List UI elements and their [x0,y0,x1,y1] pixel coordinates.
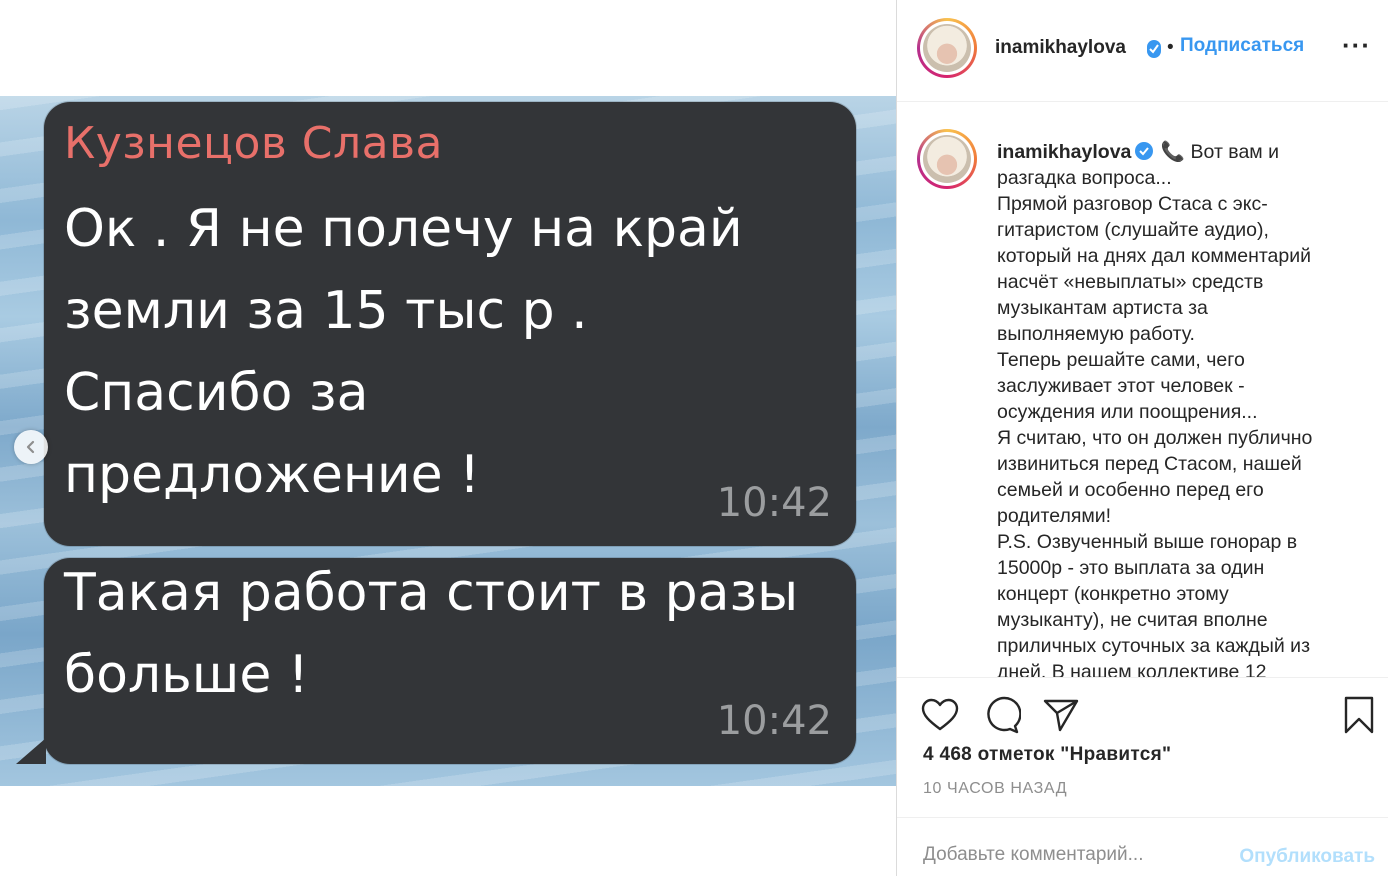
share-icon[interactable] [1043,698,1079,737]
more-options-icon[interactable]: ··· [1342,30,1371,61]
post-timestamp[interactable]: 10 ЧАСОВ НАЗАД [923,780,1067,798]
post-sidebar: inamikhaylova • Подписаться ··· inamikha… [896,0,1388,876]
chat-bubble: Такая работа стоит в разы больше ! 10:42 [16,558,856,764]
action-bar: 4 468 отметок "Нравится" 10 ЧАСОВ НАЗАД [897,677,1388,817]
publish-button[interactable]: Опубликовать [1239,846,1375,868]
chat-bubble: Кузнецов Слава Ок . Я не полечу на край … [44,102,856,546]
verified-icon [1135,141,1154,160]
carousel-prev-button[interactable] [14,430,48,464]
chat-message-time: 10:42 [716,698,832,744]
caption-text: Вот вам и разгадка вопроса... Прямой раз… [997,141,1313,677]
post-media: Кузнецов Слава Ок . Я не полечу на край … [0,0,896,876]
chat-sender-name: Кузнецов Слава [64,118,444,169]
comment-bar: Опубликовать [897,817,1388,876]
post-caption: inamikhaylova 📞 Вот вам и разгадка вопро… [997,139,1377,677]
header-username[interactable]: inamikhaylova [995,37,1126,59]
header-separator: • [1167,37,1174,58]
avatar[interactable] [917,18,977,78]
phone-emoji-icon: 📞 [1160,141,1186,163]
chevron-left-icon [26,440,35,454]
caption-area: inamikhaylova 📞 Вот вам и разгадка вопро… [897,103,1388,677]
heart-icon[interactable] [921,698,959,737]
verified-icon [1147,40,1161,58]
follow-button[interactable]: Подписаться [1180,35,1304,57]
caption-username[interactable]: inamikhaylova [997,141,1131,163]
comment-input[interactable] [923,844,1203,866]
chat-screenshot-photo: Кузнецов Слава Ок . Я не полечу на край … [0,96,896,786]
chat-message-text: Такая работа стоит в разы больше ! [64,563,799,705]
chat-message-time: 10:42 [716,480,832,526]
bookmark-icon[interactable] [1343,696,1375,739]
post-header: inamikhaylova • Подписаться ··· [897,0,1388,102]
avatar[interactable] [917,129,977,189]
bubble-tail [16,738,46,764]
likes-count[interactable]: 4 468 отметок "Нравится" [923,744,1171,766]
comment-icon[interactable] [983,696,1022,739]
chat-message-text: Ок . Я не полечу на край земли за 15 тыс… [64,199,743,505]
